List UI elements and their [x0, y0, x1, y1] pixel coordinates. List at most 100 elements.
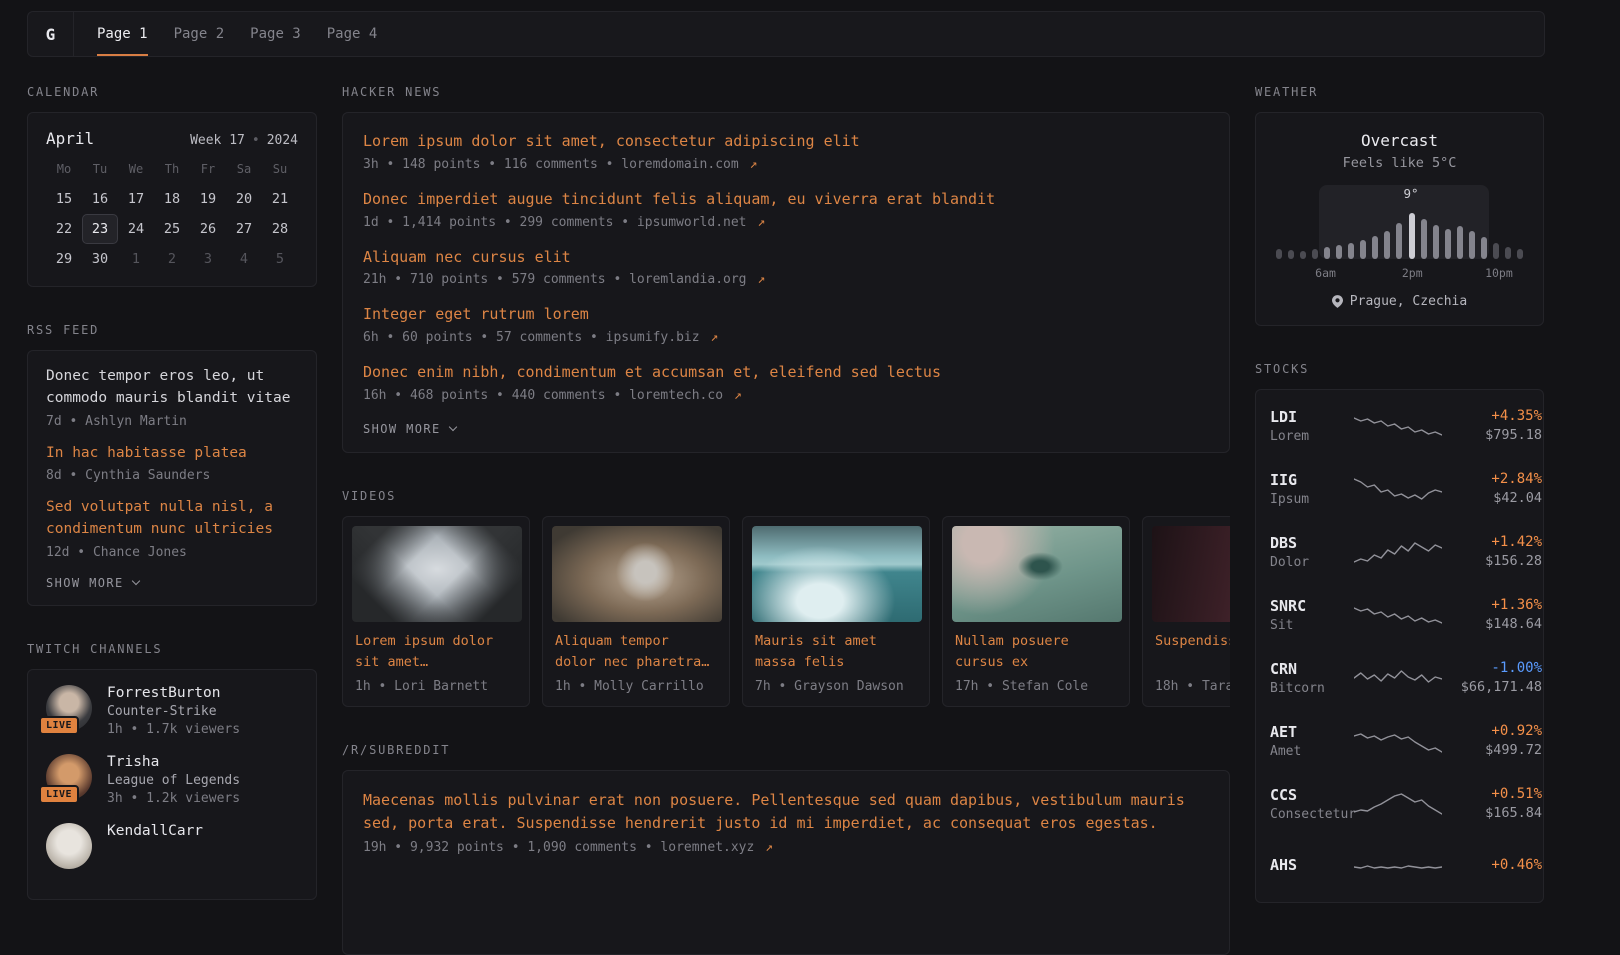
rss-item-title[interactable]: In hac habitasse platea — [46, 443, 298, 465]
calendar-day-header: Tu — [82, 156, 118, 184]
calendar-day[interactable]: 18 — [154, 184, 190, 214]
stock-sparkline — [1354, 601, 1442, 629]
calendar-widget-title: CALENDAR — [27, 85, 317, 99]
calendar-day[interactable]: 2 — [154, 244, 190, 274]
weather-bar — [1360, 240, 1366, 259]
video-card[interactable]: Suspendisse diam 18h • Tara — [1142, 516, 1230, 707]
hackernews-item-title[interactable]: Lorem ipsum dolor sit amet, consectetur … — [363, 131, 1209, 153]
page-tab[interactable]: Page 4 — [327, 12, 378, 56]
channel-info: Trisha League of Legends 3h • 1.2k viewe… — [107, 754, 240, 806]
calendar-day[interactable]: 3 — [190, 244, 226, 274]
rss-show-more-button[interactable]: SHOW MORE — [46, 574, 139, 592]
video-card[interactable]: Lorem ipsum dolor sit amet consectetu… 1… — [342, 516, 530, 707]
calendar-day[interactable]: 28 — [262, 214, 298, 244]
stock-ticker: SNRC — [1270, 597, 1354, 615]
weather-bar — [1505, 247, 1511, 259]
video-title[interactable]: Lorem ipsum dolor sit amet consectetu… — [352, 631, 520, 673]
calendar-day[interactable]: 23 — [82, 214, 118, 244]
calendar-day[interactable]: 16 — [82, 184, 118, 214]
stock-row[interactable]: CRN Bitcorn -1.00% $66,171.48 — [1270, 646, 1529, 709]
hackernews-item-title[interactable]: Integer eget rutrum lorem — [363, 304, 1209, 326]
stock-row[interactable]: CCS Consectetur +0.51% $165.84 — [1270, 772, 1529, 835]
calendar-day[interactable]: 27 — [226, 214, 262, 244]
stock-row[interactable]: AHS +0.46% — [1270, 835, 1529, 898]
calendar-day[interactable]: 4 — [226, 244, 262, 274]
calendar-day[interactable]: 22 — [46, 214, 82, 244]
rss-item-title[interactable]: Donec tempor eros leo, ut commodo mauris… — [46, 366, 298, 410]
calendar-day[interactable]: 24 — [118, 214, 154, 244]
stock-row[interactable]: AET Amet +0.92% $499.72 — [1270, 709, 1529, 772]
page-tab[interactable]: Page 3 — [250, 12, 301, 56]
stock-ticker: AET — [1270, 723, 1354, 741]
page-tab[interactable]: Page 2 — [174, 12, 225, 56]
avatar: LIVE — [46, 754, 92, 800]
video-title[interactable]: Mauris sit amet massa felis — [752, 631, 920, 673]
calendar-day[interactable]: 26 — [190, 214, 226, 244]
stock-values: +1.42% $156.28 — [1442, 534, 1542, 569]
stock-sparkline — [1354, 664, 1442, 692]
twitch-channel[interactable]: LIVE Trisha League of Legends 3h • 1.2k … — [46, 754, 298, 806]
video-thumbnail[interactable] — [752, 526, 922, 622]
video-thumbnail[interactable] — [352, 526, 522, 622]
video-thumbnail[interactable] — [952, 526, 1122, 622]
hackernews-item: Integer eget rutrum lorem 6h • 60 points… — [363, 304, 1209, 345]
calendar-day[interactable]: 20 — [226, 184, 262, 214]
subreddit-item-title[interactable]: Maecenas mollis pulvinar erat non posuer… — [363, 789, 1209, 836]
external-link-icon[interactable]: ↗ — [750, 157, 758, 172]
stock-name: Ipsum — [1270, 492, 1354, 507]
calendar-day[interactable]: 15 — [46, 184, 82, 214]
calendar-day[interactable]: 17 — [118, 184, 154, 214]
rss-item-title[interactable]: Sed volutpat nulla nisl, a condimentum n… — [46, 497, 298, 541]
stock-values: +2.84% $42.04 — [1442, 471, 1542, 506]
hackernews-show-more-button[interactable]: SHOW MORE — [363, 420, 456, 438]
hackernews-item-title[interactable]: Donec imperdiet augue tincidunt felis al… — [363, 189, 1209, 211]
app-logo[interactable]: G — [28, 12, 74, 56]
external-link-icon[interactable]: ↗ — [757, 272, 765, 287]
twitch-widget-title: TWITCH CHANNELS — [27, 642, 317, 656]
video-card[interactable]: Mauris sit amet massa felis 7h • Grayson… — [742, 516, 930, 707]
calendar-day-header: Mo — [46, 156, 82, 184]
video-thumbnail[interactable] — [552, 526, 722, 622]
stock-row[interactable]: IIG Ipsum +2.84% $42.04 — [1270, 457, 1529, 520]
subreddit-item: Maecenas mollis pulvinar erat non posuer… — [363, 789, 1209, 856]
page-tab[interactable]: Page 1 — [97, 12, 148, 56]
video-card[interactable]: Aliquam tempor dolor nec pharetra… 1h • … — [542, 516, 730, 707]
external-link-icon[interactable]: ↗ — [710, 330, 718, 345]
channel-viewers: 3h • 1.2k viewers — [107, 791, 240, 806]
stock-row[interactable]: LDI Lorem +4.35% $795.18 — [1270, 394, 1529, 457]
calendar-day[interactable]: 1 — [118, 244, 154, 274]
stock-change: +2.84% — [1442, 471, 1542, 487]
weather-bar — [1396, 223, 1402, 259]
video-thumbnail[interactable] — [1152, 526, 1230, 622]
video-title[interactable]: Nullam posuere cursus ex — [952, 631, 1120, 673]
calendar-day[interactable]: 21 — [262, 184, 298, 214]
stock-row[interactable]: DBS Dolor +1.42% $156.28 — [1270, 520, 1529, 583]
twitch-channel[interactable]: LIVE ForrestBurton Counter-Strike 1h • 1… — [46, 685, 298, 737]
hackernews-item-title[interactable]: Aliquam nec cursus elit — [363, 247, 1209, 269]
external-link-icon[interactable]: ↗ — [765, 840, 773, 855]
calendar-widget: CALENDAR April Week 17 • 2024 MoTuWeThFr… — [27, 85, 317, 287]
weather-bar — [1336, 245, 1342, 259]
hackernews-item-meta-text: 3h • 148 points • 116 comments • loremdo… — [363, 157, 739, 172]
video-card[interactable]: Nullam posuere cursus ex 17h • Stefan Co… — [942, 516, 1130, 707]
calendar-day[interactable]: 29 — [46, 244, 82, 274]
calendar-day[interactable]: 30 — [82, 244, 118, 274]
videos-row: Lorem ipsum dolor sit amet consectetu… 1… — [342, 516, 1230, 707]
video-meta: 1h • Molly Carrillo — [552, 679, 720, 694]
channel-name[interactable]: ForrestBurton — [107, 685, 240, 701]
external-link-icon[interactable]: ↗ — [734, 388, 742, 403]
calendar-day[interactable]: 19 — [190, 184, 226, 214]
weather-condition: Overcast — [1272, 131, 1527, 150]
video-title[interactable]: Suspendisse diam — [1152, 631, 1230, 673]
calendar-day[interactable]: 25 — [154, 214, 190, 244]
channel-name[interactable]: KendallCarr — [107, 823, 203, 839]
calendar-day[interactable]: 5 — [262, 244, 298, 274]
hackernews-item-title[interactable]: Donec enim nibh, condimentum et accumsan… — [363, 362, 1209, 384]
external-link-icon[interactable]: ↗ — [757, 215, 765, 230]
video-title[interactable]: Aliquam tempor dolor nec pharetra… — [552, 631, 720, 673]
twitch-channel[interactable]: LIVE KendallCarr — [46, 823, 298, 869]
hackernews-item-meta-text: 1d • 1,414 points • 299 comments • ipsum… — [363, 215, 747, 230]
channel-avatar — [46, 823, 92, 869]
stock-row[interactable]: SNRC Sit +1.36% $148.64 — [1270, 583, 1529, 646]
channel-name[interactable]: Trisha — [107, 754, 240, 770]
